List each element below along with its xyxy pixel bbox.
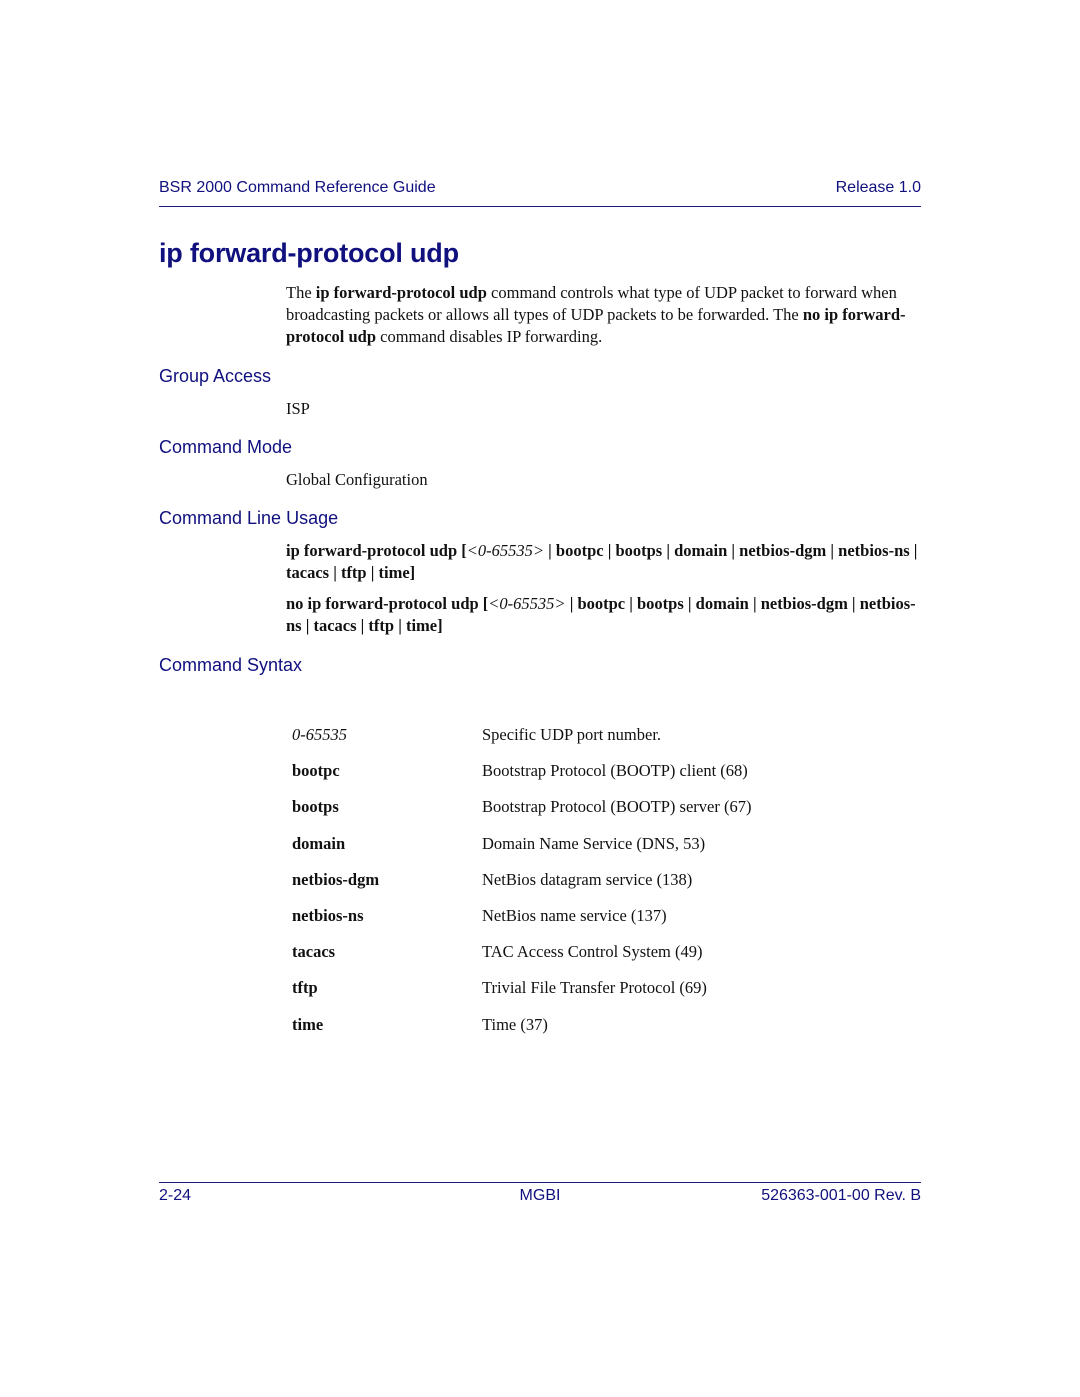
syntax-description: NetBios datagram service (138) [482,869,693,889]
command-mode-value: Global Configuration [286,470,428,489]
table-row: domain Domain Name Service (DNS, 53) [292,826,751,862]
usage-port-arg: <0-65535> [488,594,566,613]
usage-prefix: no ip forward-protocol udp [ [286,594,489,613]
page-header: BSR 2000 Command Reference Guide Release… [159,178,921,207]
page-title: ip forward-protocol udp [159,238,459,268]
intro-paragraph: The ip forward-protocol udp command cont… [286,282,906,348]
syntax-description: Domain Name Service (DNS, 53) [482,833,706,853]
command-mode-heading: Command Mode [159,437,293,457]
syntax-param: bootpc [292,761,340,781]
syntax-param: netbios-ns [292,906,364,926]
page-footer: 2-24 MGBI 526363-001-00 Rev. B [159,1182,921,1207]
syntax-param: 0-65535 [292,725,347,745]
syntax-description: Bootstrap Protocol (BOOTP) server (67) [482,797,752,817]
syntax-param: bootps [292,797,339,817]
table-row: netbios-ns NetBios name service (137) [292,898,751,934]
usage-port-arg: <0-65535> [466,541,545,560]
intro-text: command disables IP forwarding. [376,327,603,346]
intro-text: The [286,283,316,302]
table-row: 0-65535 Specific UDP port number. [292,717,751,753]
release-label: Release 1.0 [835,179,921,196]
table-row: tacacs TAC Access Control System (49) [292,934,751,970]
command-syntax-table: 0-65535 Specific UDP port number. bootpc… [292,717,751,1043]
syntax-param: time [292,1014,324,1034]
table-row: bootpc Bootstrap Protocol (BOOTP) client… [292,753,751,789]
usage-no-ip-forward-protocol: no ip forward-protocol udp [<0-65535> | … [286,593,921,637]
usage-prefix: ip forward-protocol udp [ [286,541,467,560]
syntax-description: NetBios name service (137) [482,906,667,926]
guide-title: BSR 2000 Command Reference Guide [159,179,436,196]
syntax-description: TAC Access Control System (49) [482,942,703,962]
table-row: tftp Trivial File Transfer Protocol (69) [292,970,751,1006]
group-access-value: ISP [286,399,310,418]
command-line-usage-heading: Command Line Usage [159,508,339,528]
syntax-param: domain [292,833,346,853]
syntax-description: Specific UDP port number. [482,725,662,745]
syntax-description: Time (37) [482,1014,548,1034]
syntax-description: Trivial File Transfer Protocol (69) [482,978,707,998]
command-syntax-heading: Command Syntax [159,655,303,675]
usage-ip-forward-protocol: ip forward-protocol udp [<0-65535> | boo… [286,540,921,584]
table-row: bootps Bootstrap Protocol (BOOTP) server… [292,789,751,825]
syntax-param: tacacs [292,942,336,962]
syntax-param: tftp [292,978,318,998]
table-row: time Time (37) [292,1007,751,1043]
syntax-param: netbios-dgm [292,869,380,889]
document-number: 526363-001-00 Rev. B [761,1187,921,1204]
table-row: netbios-dgm NetBios datagram service (13… [292,862,751,898]
group-access-heading: Group Access [159,366,272,386]
command-name: ip forward-protocol udp [315,283,487,302]
syntax-description: Bootstrap Protocol (BOOTP) client (68) [482,761,748,781]
